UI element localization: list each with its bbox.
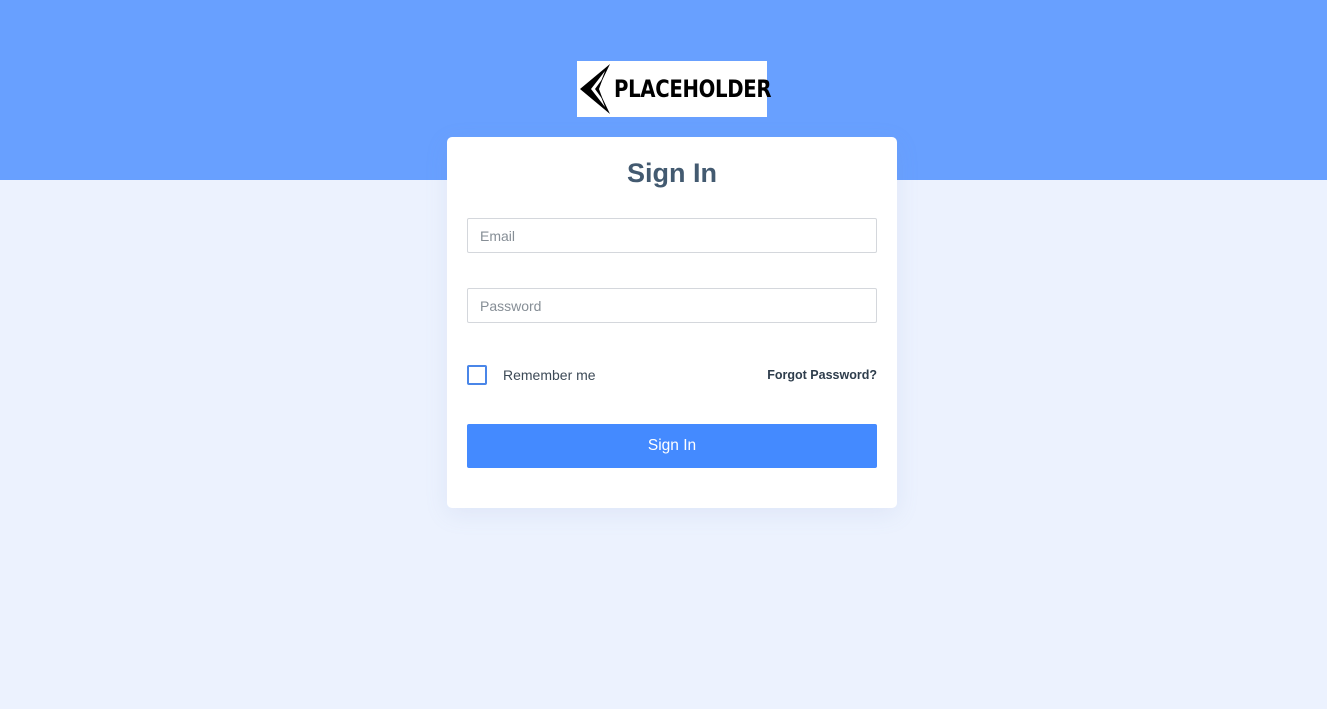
sign-in-button[interactable]: Sign In — [467, 424, 877, 468]
password-field[interactable] — [467, 288, 877, 323]
logo-text: PLACEHOLDER — [614, 75, 772, 103]
logo-icon — [580, 64, 610, 114]
sign-in-card: Sign In Remember me Forgot Password? Sig… — [447, 137, 897, 508]
remember-me-label: Remember me — [503, 367, 596, 383]
logo: PLACEHOLDER — [577, 61, 771, 117]
email-field[interactable] — [467, 218, 877, 253]
remember-me-checkbox[interactable] — [467, 365, 487, 385]
sign-in-title: Sign In — [627, 158, 717, 188]
remember-me[interactable]: Remember me — [467, 365, 596, 385]
forgot-password-link[interactable]: Forgot Password? — [767, 368, 877, 382]
